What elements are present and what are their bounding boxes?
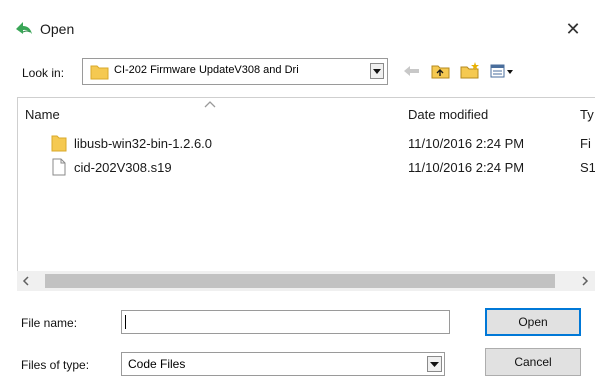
column-header-date-modified[interactable]: Date modified	[408, 107, 488, 122]
file-date: 11/10/2016 2:24 PM	[408, 136, 525, 151]
file-name-input[interactable]	[121, 310, 450, 334]
app-icon	[14, 20, 34, 38]
chevron-down-icon[interactable]	[370, 63, 384, 79]
list-item[interactable]: libusb-win32-bin-1.2.6.0 11/10/2016 2:24…	[51, 134, 591, 154]
scroll-left-icon[interactable]	[21, 274, 31, 291]
files-of-type-dropdown[interactable]: Code Files	[121, 352, 445, 376]
folder-icon	[90, 63, 109, 80]
close-icon: ✕	[565, 19, 581, 39]
file-name: libusb-win32-bin-1.2.6.0	[74, 136, 213, 151]
text-cursor	[125, 315, 126, 329]
up-folder-icon[interactable]	[430, 62, 452, 80]
back-arrow-icon[interactable]	[401, 62, 423, 80]
column-header-type[interactable]: Ty	[580, 107, 594, 122]
file-type: S1	[580, 160, 595, 175]
view-menu-icon[interactable]	[489, 62, 515, 80]
sort-ascending-icon	[204, 97, 216, 111]
horizontal-scrollbar[interactable]	[17, 271, 595, 291]
list-item[interactable]: cid-202V308.s19 11/10/2016 2:24 PM S1	[51, 158, 595, 179]
file-icon	[52, 158, 66, 179]
cancel-button[interactable]: Cancel	[485, 348, 581, 376]
look-in-label: Look in:	[22, 66, 65, 80]
window-title: Open	[40, 21, 75, 37]
file-list[interactable]: Name Date modified Ty libusb-win32-bin-1…	[17, 97, 595, 291]
open-button[interactable]: Open	[485, 308, 581, 336]
new-folder-icon[interactable]	[459, 62, 481, 80]
column-header-name[interactable]: Name	[25, 107, 60, 122]
scrollbar-thumb[interactable]	[45, 274, 555, 288]
file-date: 11/10/2016 2:24 PM	[408, 160, 525, 175]
chevron-down-icon[interactable]	[427, 356, 442, 372]
look-in-dropdown[interactable]: CI-202 Firmware UpdateV308 and Dri	[82, 58, 388, 85]
file-type: Fi	[580, 136, 591, 151]
file-name-label: File name:	[21, 316, 78, 330]
files-of-type-value: Code Files	[128, 357, 186, 371]
look-in-value: CI-202 Firmware UpdateV308 and Dri	[114, 64, 299, 76]
files-of-type-label: Files of type:	[21, 358, 90, 372]
scroll-right-icon[interactable]	[580, 274, 590, 291]
folder-icon	[51, 134, 67, 155]
file-name: cid-202V308.s19	[74, 160, 172, 175]
close-button[interactable]: ✕	[558, 14, 588, 44]
